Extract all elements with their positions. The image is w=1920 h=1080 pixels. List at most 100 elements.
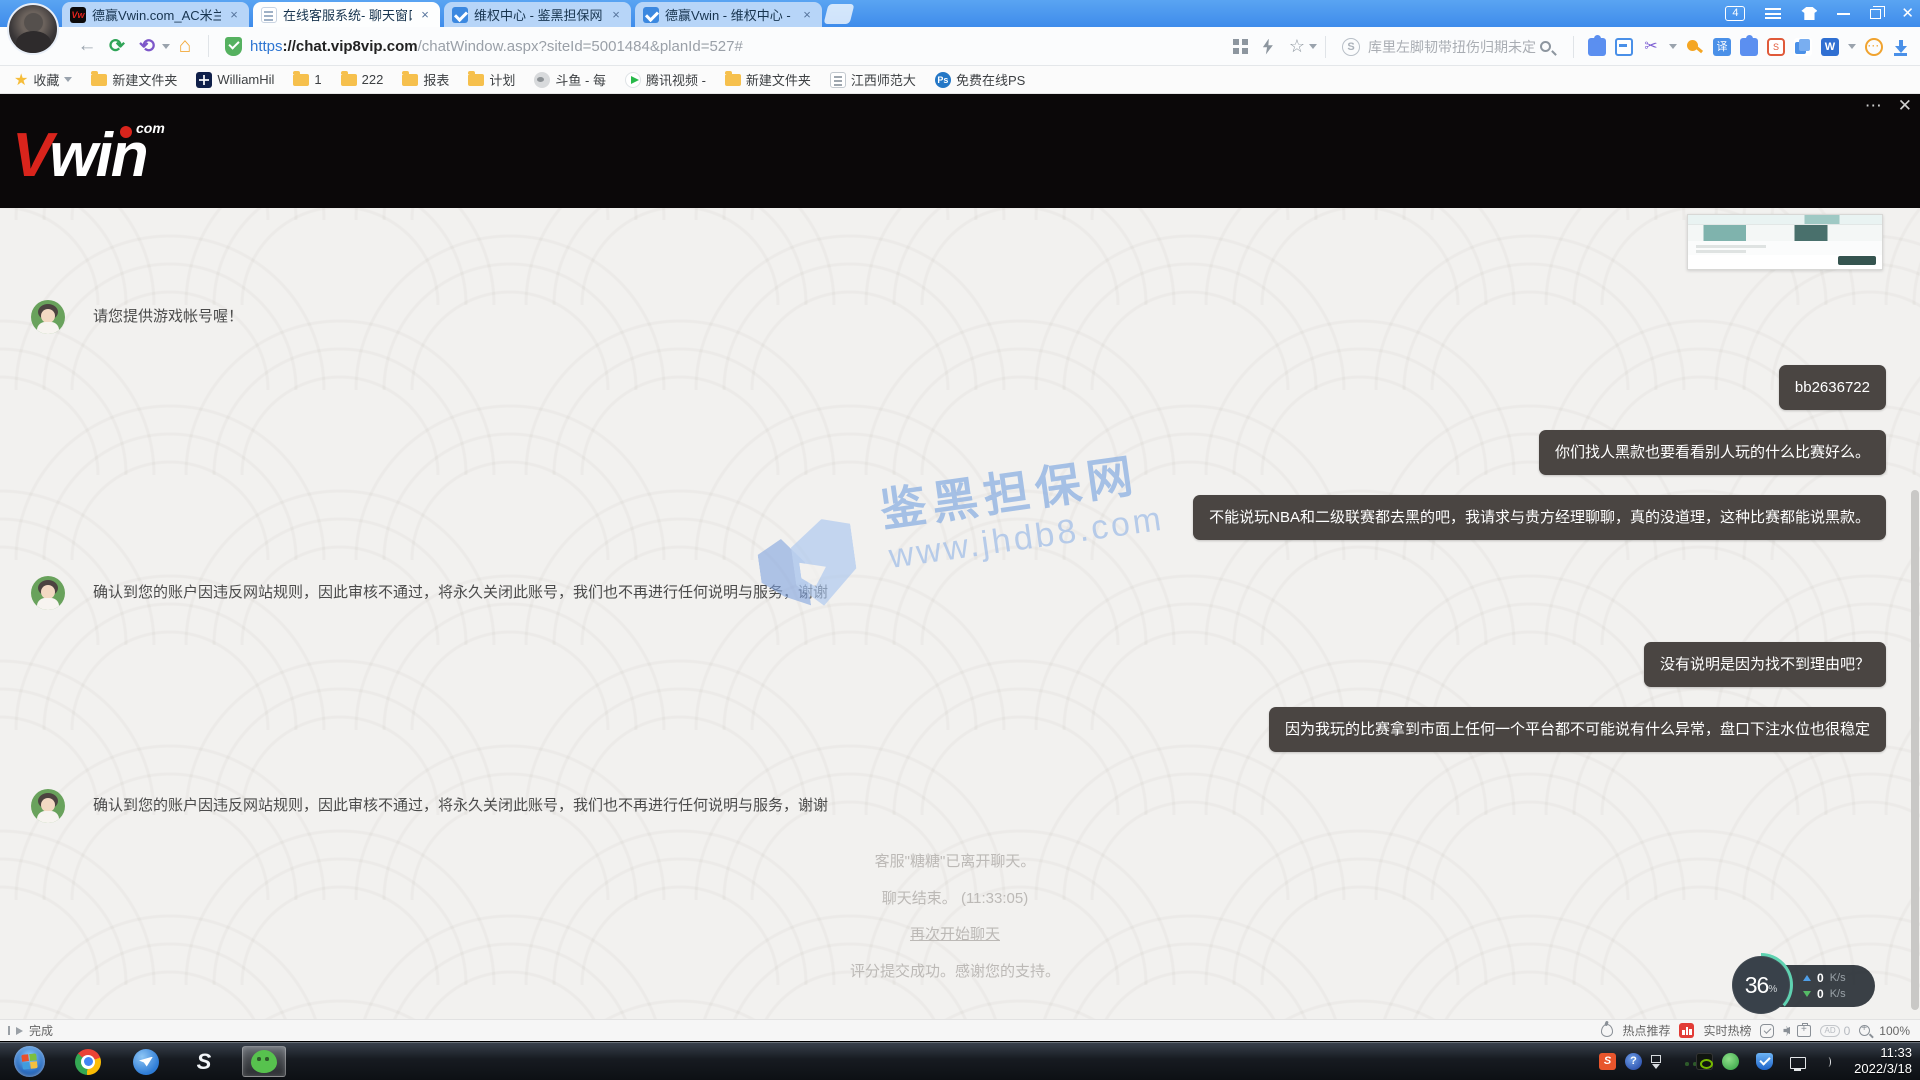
bookmark-folder[interactable]: 1: [293, 72, 321, 87]
taskbar-wechat-active[interactable]: [242, 1046, 286, 1077]
bookmark-douyu[interactable]: 斗鱼 - 每: [534, 70, 606, 89]
zoom-level[interactable]: 100%: [1879, 1024, 1910, 1038]
taskbar-s-app[interactable]: S: [182, 1046, 226, 1077]
hot-recommend-label[interactable]: 热点推荐: [1622, 1022, 1670, 1039]
zoom-icon[interactable]: [1859, 1025, 1870, 1036]
bookmark-tencent-video[interactable]: 腾讯视频 -: [625, 70, 706, 89]
memory-usage-ball[interactable]: 36%: [1729, 953, 1793, 1017]
mute-icon[interactable]: [1783, 1026, 1788, 1036]
user-message-bubble: 你们找人黑款也要看看别人玩的什么比赛好么。: [1539, 430, 1886, 475]
trending-chart-icon[interactable]: [1679, 1023, 1694, 1038]
folder-icon: [402, 74, 418, 86]
extension-shopping-icon[interactable]: S: [1767, 38, 1785, 56]
tray-network-icon[interactable]: [1790, 1057, 1806, 1069]
ad-blocker[interactable]: AD0: [1820, 1024, 1850, 1038]
page-close-icon[interactable]: ✕: [1898, 96, 1912, 116]
speed-ball-widget[interactable]: 0K/s 0K/s 36%: [1729, 953, 1875, 1017]
folder-icon: [91, 74, 107, 86]
page-scrollbar-thumb[interactable]: [1911, 490, 1919, 1010]
extension-translate-icon[interactable]: 译: [1713, 38, 1731, 56]
tab-vwin-home[interactable]: Vw 德赢Vwin.com_AC米兰 ×: [62, 2, 249, 27]
bookmark-folder[interactable]: 报表: [402, 70, 449, 89]
download-icon[interactable]: [1892, 38, 1910, 56]
search-input[interactable]: 库里左脚韧带扭伤归期未定: [1368, 37, 1540, 57]
agent-message: 确认到您的账户因违反网站规则，因此审核不通过，将永久关闭此账号，我们也不再进行任…: [31, 789, 828, 823]
chat-image-thumbnail[interactable]: [1687, 214, 1883, 270]
bookmark-jxnu[interactable]: 江西师范大: [830, 70, 916, 89]
bookmark-williamhill[interactable]: WilliamHil: [196, 72, 274, 88]
windows-flag-icon: [21, 1053, 37, 1069]
bookmark-folder[interactable]: 新建文件夹: [91, 70, 177, 89]
download-value: 0: [1817, 987, 1824, 1001]
bookmark-folder[interactable]: 计划: [468, 70, 515, 89]
tab-chat-window[interactable]: 在线客服系统- 聊天窗口 ×: [253, 2, 440, 27]
history-restore-icon[interactable]: ⟲: [132, 35, 162, 58]
search-engine-icon[interactable]: S: [1342, 38, 1360, 56]
tab-count-badge[interactable]: 4: [1725, 6, 1745, 21]
history-caret-icon[interactable]: [162, 44, 170, 49]
tray-green-icon[interactable]: [1722, 1053, 1739, 1070]
start-button[interactable]: [14, 1046, 45, 1077]
close-window-icon[interactable]: ✕: [1901, 6, 1914, 21]
tray-nvidia-icon[interactable]: [1696, 1053, 1713, 1070]
accelerate-icon[interactable]: [1263, 39, 1273, 55]
extension-login-icon[interactable]: [1615, 38, 1633, 56]
toolbar-right: ☆ S 库里左脚韧带扭伤归期未定 ✂ 译 S W ···: [1226, 27, 1920, 66]
restart-chat-link[interactable]: 再次开始聊天: [910, 926, 1000, 943]
qr-code-icon[interactable]: [1233, 39, 1248, 54]
menu-icon[interactable]: [1765, 8, 1781, 19]
minimize-icon[interactable]: [1837, 13, 1850, 15]
bookmark-label: WilliamHil: [217, 72, 274, 87]
back-icon[interactable]: ←: [72, 35, 102, 57]
home-icon[interactable]: ⌂: [170, 34, 200, 58]
address-bar[interactable]: https://chat.vip8vip.com/chatWindow.aspx…: [250, 38, 743, 55]
extension-copy-icon[interactable]: [1794, 38, 1812, 56]
extension-more-icon[interactable]: ···: [1865, 38, 1883, 56]
taskbar-clock[interactable]: 11:33 2022/3/18: [1854, 1045, 1912, 1077]
toolbox-icon[interactable]: [1797, 1025, 1811, 1037]
tab-vwin-weiquan[interactable]: 德赢Vwin - 维权中心 - ×: [635, 2, 822, 27]
extension-word-icon[interactable]: W: [1821, 38, 1839, 56]
refresh-icon[interactable]: ⟳: [102, 35, 132, 58]
bookmark-folder[interactable]: 222: [341, 72, 384, 87]
favorites-label: 收藏: [33, 70, 59, 89]
tray-sogou-icon[interactable]: S: [1599, 1053, 1616, 1070]
tab-close-icon[interactable]: ×: [800, 7, 814, 22]
tray-help-icon[interactable]: ?: [1625, 1053, 1642, 1070]
tab-weiquan-center[interactable]: 维权中心 - 鉴黑担保网 ×: [444, 2, 631, 27]
bookmark-online-ps[interactable]: Ps免费在线PS: [935, 70, 1025, 89]
tray-wechat-icon[interactable]: [1670, 1053, 1687, 1070]
bookmark-label: 江西师范大: [851, 70, 916, 89]
security-shield-icon[interactable]: [225, 37, 242, 56]
browser-profile-avatar[interactable]: [7, 3, 59, 55]
tray-security-shield-icon[interactable]: [1756, 1053, 1773, 1070]
hot-recommend-icon[interactable]: [1601, 1024, 1613, 1037]
favorite-caret-icon[interactable]: [1309, 44, 1317, 49]
windows-taskbar: S S ? 11:33 2022/3/18: [0, 1041, 1920, 1080]
restore-icon[interactable]: [1870, 9, 1881, 19]
safety-check-icon[interactable]: [1760, 1024, 1774, 1038]
bookmark-folder[interactable]: 新建文件夹: [725, 70, 811, 89]
tab-close-icon[interactable]: ×: [609, 7, 623, 22]
extension-caret-icon[interactable]: [1848, 44, 1856, 49]
tab-close-icon[interactable]: ×: [227, 7, 241, 22]
tray-volume-icon[interactable]: [1815, 1053, 1832, 1070]
jhdb-watermark: 鉴黑担保网 www.jhdb8.com: [749, 435, 1187, 652]
search-icon[interactable]: [1540, 41, 1551, 52]
taskbar-blue-app[interactable]: [124, 1046, 168, 1077]
favorites-menu[interactable]: ★收藏: [14, 70, 72, 90]
favorite-star-icon[interactable]: ☆: [1289, 36, 1305, 57]
tab-close-icon[interactable]: ×: [418, 7, 432, 22]
extension-caret-icon[interactable]: [1669, 44, 1677, 49]
extension-puzzle-icon[interactable]: [1740, 38, 1758, 56]
extension-key-icon[interactable]: [1686, 38, 1704, 56]
extension-puzzle-icon[interactable]: [1588, 38, 1606, 56]
bookmark-label: 免费在线PS: [956, 70, 1025, 89]
skin-theme-icon[interactable]: [1801, 7, 1817, 20]
taskbar-chrome[interactable]: [66, 1046, 110, 1077]
new-tab-button[interactable]: [824, 4, 855, 24]
extension-scissors-icon[interactable]: ✂: [1642, 38, 1660, 56]
tray-expander-icon[interactable]: [1651, 1055, 1661, 1069]
trending-label[interactable]: 实时热榜: [1703, 1022, 1751, 1039]
page-more-icon[interactable]: ⋯: [1865, 96, 1882, 116]
